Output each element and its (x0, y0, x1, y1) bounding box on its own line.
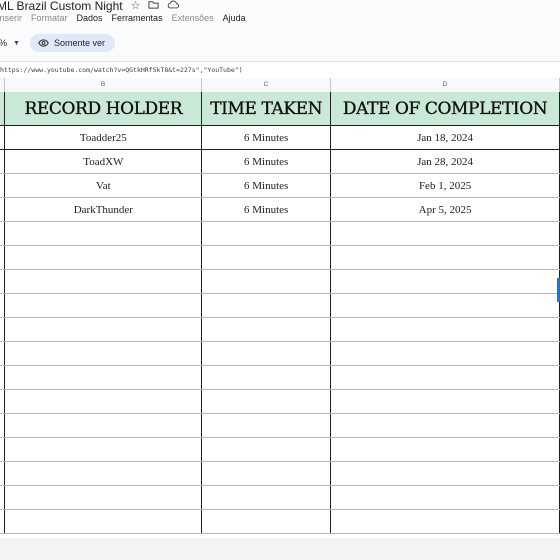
cell[interactable] (4, 485, 203, 510)
empty-row (0, 461, 560, 486)
cell[interactable] (201, 221, 332, 246)
cell[interactable] (201, 341, 332, 366)
empty-row (0, 341, 560, 366)
cell[interactable] (4, 221, 203, 246)
cell[interactable] (201, 461, 332, 486)
empty-row (0, 389, 560, 414)
cell[interactable] (330, 365, 560, 390)
title-bar: ML Brazil Custom Night ☆ (0, 0, 560, 13)
spreadsheet-grid[interactable]: B C D RECORD HOLDER TIME TAKEN DATE OF C… (0, 78, 560, 538)
cell-date[interactable]: Jan 28, 2024 (330, 149, 560, 174)
zoom-value[interactable]: % (0, 38, 7, 48)
cell[interactable] (201, 389, 332, 414)
cell[interactable] (4, 437, 203, 462)
menu-dados[interactable]: Dados (77, 13, 103, 26)
cell[interactable] (4, 389, 203, 414)
empty-row (0, 245, 560, 270)
table-row: DarkThunder 6 Minutes Apr 5, 2025 (0, 197, 560, 222)
cell[interactable] (330, 437, 560, 462)
column-header-d[interactable]: D (331, 78, 560, 92)
sheet-footer (0, 538, 560, 560)
empty-row (0, 437, 560, 462)
cloud-status-icon[interactable] (167, 0, 180, 13)
cell[interactable] (201, 485, 332, 510)
empty-row (0, 365, 560, 390)
empty-row (0, 413, 560, 438)
move-to-folder-icon[interactable] (148, 0, 160, 13)
cell[interactable] (330, 317, 560, 342)
cell[interactable] (201, 509, 332, 534)
header-time-taken[interactable]: TIME TAKEN (201, 92, 332, 126)
empty-row (0, 509, 560, 534)
cell[interactable] (330, 509, 560, 534)
table-row: Vat 6 Minutes Feb 1, 2025 (0, 173, 560, 198)
cell-time-taken[interactable]: 6 Minutes (201, 173, 332, 198)
cell-record-holder[interactable]: Toadder25 (4, 125, 203, 150)
column-header-c[interactable]: C (202, 78, 331, 92)
cell[interactable] (4, 509, 203, 534)
cell[interactable] (4, 269, 203, 294)
view-mode-chip[interactable]: Somente ver (29, 34, 115, 52)
view-mode-label: Somente ver (53, 38, 105, 48)
cell-record-holder[interactable]: Vat (4, 173, 203, 198)
menu-ajuda[interactable]: Ajuda (223, 13, 246, 26)
cell-date[interactable]: Feb 1, 2025 (330, 173, 560, 198)
menu-inserir[interactable]: Inserir (0, 13, 22, 26)
column-header-b[interactable]: B (5, 78, 202, 92)
cell[interactable] (201, 245, 332, 270)
cell[interactable] (330, 245, 560, 270)
cell-time-taken[interactable]: 6 Minutes (201, 125, 332, 150)
cell[interactable] (201, 413, 332, 438)
cell[interactable] (330, 389, 560, 414)
cell[interactable] (4, 365, 203, 390)
cell[interactable] (201, 437, 332, 462)
column-headers: B C D (0, 78, 560, 93)
cell-time-taken[interactable]: 6 Minutes (201, 197, 332, 222)
empty-row (0, 317, 560, 342)
empty-row (0, 293, 560, 318)
cell[interactable] (330, 293, 560, 318)
toolbar: % ▼ Somente ver (0, 33, 560, 53)
cell[interactable] (4, 293, 203, 318)
menu-bar: Inserir Formatar Dados Ferramentas Exten… (0, 13, 246, 26)
cell[interactable] (330, 413, 560, 438)
cell[interactable] (201, 365, 332, 390)
cell-record-holder[interactable]: ToadXW (4, 149, 203, 174)
cell[interactable] (4, 461, 203, 486)
cell-date[interactable]: Apr 5, 2025 (330, 197, 560, 222)
table-row: Toadder25 6 Minutes Jan 18, 2024 (0, 125, 560, 150)
empty-row (0, 485, 560, 510)
header-date-of-completion[interactable]: DATE OF COMPLETION (330, 92, 560, 126)
menu-formatar[interactable]: Formatar (31, 13, 68, 26)
empty-row (0, 269, 560, 294)
empty-row (0, 221, 560, 246)
cell[interactable] (330, 341, 560, 366)
cell[interactable] (201, 317, 332, 342)
eye-icon (38, 34, 49, 52)
cell[interactable] (330, 461, 560, 486)
menu-extensoes[interactable]: Extensões (172, 13, 214, 26)
table-row: ToadXW 6 Minutes Jan 28, 2024 (0, 149, 560, 174)
cell[interactable] (330, 269, 560, 294)
cell[interactable] (330, 221, 560, 246)
cell[interactable] (4, 317, 203, 342)
cell-time-taken[interactable]: 6 Minutes (201, 149, 332, 174)
data-table: RECORD HOLDER TIME TAKEN DATE OF COMPLET… (0, 92, 560, 534)
cell-record-holder[interactable]: DarkThunder (4, 197, 203, 222)
cell[interactable] (201, 269, 332, 294)
header-row: RECORD HOLDER TIME TAKEN DATE OF COMPLET… (0, 92, 560, 126)
cell[interactable] (201, 293, 332, 318)
document-title[interactable]: ML Brazil Custom Night (0, 0, 123, 13)
menu-ferramentas[interactable]: Ferramentas (112, 13, 163, 26)
cell[interactable] (4, 413, 203, 438)
formula-bar[interactable]: https://www.youtube.com/watch?v=QGtkHRf5… (0, 61, 560, 79)
chevron-down-icon[interactable]: ▼ (13, 40, 20, 47)
star-icon[interactable]: ☆ (131, 0, 141, 12)
cell[interactable] (4, 341, 203, 366)
cell-date[interactable]: Jan 18, 2024 (330, 125, 560, 150)
cell[interactable] (4, 245, 203, 270)
header-record-holder[interactable]: RECORD HOLDER (4, 92, 203, 126)
cell[interactable] (330, 485, 560, 510)
